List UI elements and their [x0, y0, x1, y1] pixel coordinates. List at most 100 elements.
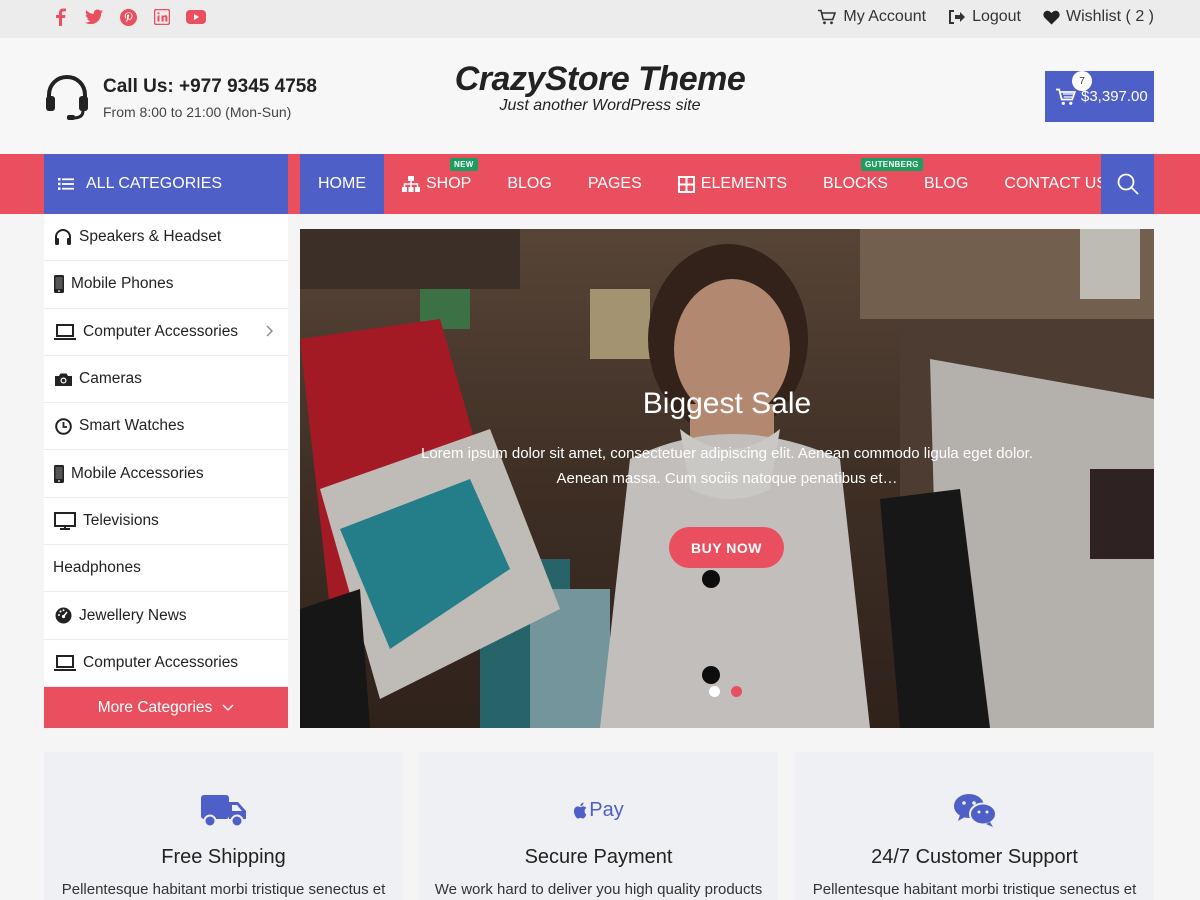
search-button[interactable] [1101, 154, 1154, 214]
my-account-label: My Account [843, 8, 927, 25]
feature-title: 24/7 Customer Support [871, 846, 1078, 868]
wishlist-link[interactable]: Wishlist ( 2 ) [1043, 7, 1154, 27]
hero-caption: Biggest Sale Lorem ipsum dolor sit amet,… [300, 387, 1154, 491]
feature-description: We work hard to deliver you high quality… [434, 881, 763, 898]
call-us-text: Call Us: +977 9345 4758 [103, 76, 317, 97]
apple-pay-icon: Pay [419, 790, 778, 830]
category-item[interactable]: Smart Watches [44, 403, 288, 451]
feature-description: Pellentesque habitant morbi tristique se… [61, 881, 386, 898]
category-label: Jewellery News [79, 606, 187, 624]
laptop-icon [53, 322, 77, 342]
mobile-icon [53, 274, 65, 294]
category-item[interactable]: Mobile Accessories [44, 450, 288, 498]
cart-icon [817, 9, 837, 25]
cart-icon [1055, 88, 1077, 106]
apple-pay-label: Pay [589, 798, 624, 821]
headphones-icon [53, 227, 73, 247]
sitemap-icon [402, 176, 420, 192]
cart-total: $3,397.00 [1081, 88, 1148, 105]
truck-icon [44, 790, 403, 830]
hero-slider: Biggest Sale Lorem ipsum dolor sit amet,… [300, 229, 1154, 728]
feature-title: Secure Payment [524, 846, 673, 868]
nav-blog-label: BLOG [507, 175, 552, 192]
top-bar: My Account Logout Wishlist ( 2 ) [0, 0, 1200, 38]
more-categories-button[interactable]: More Categories [44, 687, 288, 728]
call-hours-text: From 8:00 to 21:00 (Mon-Sun) [103, 104, 292, 120]
laptop-icon [53, 653, 77, 673]
feature-card: Free Shipping Pellentesque habitant morb… [44, 752, 403, 900]
nav-blog-2[interactable]: BLOG [906, 154, 986, 214]
nav-elements-label: ELEMENTS [700, 175, 788, 192]
all-categories-label: ALL CATEGORIES [86, 175, 223, 192]
nav-pages-label: PAGES [587, 175, 642, 192]
nav-shop[interactable]: SHOP NEW [384, 154, 489, 214]
facebook-icon[interactable] [50, 7, 70, 27]
social-links [50, 7, 206, 27]
wishlist-label: Wishlist ( 2 ) [1066, 8, 1154, 25]
feature-card: Pay Secure Payment We work hard to deliv… [419, 752, 778, 900]
chevron-down-icon [222, 704, 234, 712]
category-label: Mobile Phones [71, 275, 174, 293]
category-item[interactable]: Computer Accessories [44, 640, 288, 687]
gauge-icon [53, 606, 73, 626]
logout-label: Logout [972, 8, 1021, 25]
headset-icon [43, 73, 91, 121]
hero-description: Lorem ipsum dolor sit amet, consectetuer… [420, 445, 1033, 487]
site-title[interactable]: CrazyStore Theme [400, 60, 800, 99]
category-item[interactable]: Computer Accessories [44, 309, 288, 356]
nav-blocks[interactable]: BLOCKS GUTENBERG [805, 154, 923, 214]
nav-blocks-label: BLOCKS [823, 175, 888, 192]
site-branding: CrazyStore Theme Just another WordPress … [400, 60, 800, 115]
cart-count-badge: 7 [1072, 71, 1092, 91]
category-label: Mobile Accessories [71, 464, 204, 482]
nav-pages[interactable]: PAGES [570, 154, 660, 214]
grid-icon [677, 175, 695, 193]
all-categories-button[interactable]: ALL CATEGORIES [44, 154, 288, 214]
my-account-link[interactable]: My Account [817, 7, 926, 27]
nav-shop-label: SHOP [426, 175, 472, 192]
buy-now-button[interactable]: BUY NOW [669, 527, 784, 568]
site-tagline: Just another WordPress site [499, 97, 701, 114]
nav-blog[interactable]: BLOG [489, 154, 569, 214]
category-label: Computer Accessories [83, 322, 239, 340]
category-item[interactable]: Cameras [44, 356, 288, 404]
cart-button[interactable]: 7 $3,397.00 [1045, 71, 1154, 122]
list-icon [58, 178, 74, 190]
category-item[interactable]: Jewellery News [44, 592, 288, 640]
chevron-right-icon[interactable] [266, 325, 274, 337]
slider-dot[interactable] [731, 686, 742, 697]
clock-icon [53, 416, 73, 436]
new-badge: NEW [450, 158, 478, 171]
category-item[interactable]: Speakers & Headset [44, 214, 288, 262]
pinterest-icon[interactable] [118, 7, 138, 27]
nav-elements[interactable]: ELEMENTS [660, 154, 805, 214]
linkedin-icon[interactable] [152, 7, 172, 27]
sign-out-icon [948, 9, 966, 25]
youtube-icon[interactable] [186, 7, 206, 27]
twitter-icon[interactable] [84, 7, 104, 27]
hero-title: Biggest Sale [642, 387, 812, 420]
category-label: Headphones [53, 559, 141, 577]
slider-dot[interactable] [709, 686, 720, 697]
feature-title: Free Shipping [161, 846, 286, 868]
wechat-icon [795, 790, 1154, 830]
site-header: Call Us: +977 9345 4758 From 8:00 to 21:… [0, 38, 1200, 154]
main-navigation: ALL CATEGORIES HOME SHOP NEW BLOG PAGES … [0, 154, 1200, 214]
feature-card: 24/7 Customer Support Pellentesque habit… [795, 752, 1154, 900]
heart-icon [1043, 10, 1060, 25]
category-item[interactable]: Televisions [44, 498, 288, 546]
nav-home[interactable]: HOME [300, 154, 384, 214]
more-categories-label: More Categories [97, 698, 213, 716]
category-item[interactable]: Headphones [44, 545, 288, 593]
nav-blog-2-label: BLOG [923, 175, 969, 192]
primary-menu: HOME SHOP NEW BLOG PAGES ELEMENTS BLOCKS… [300, 154, 1125, 214]
search-icon [1117, 173, 1139, 195]
camera-icon [53, 369, 73, 389]
category-label: Computer Accessories [83, 653, 239, 671]
feature-description: Pellentesque habitant morbi tristique se… [812, 881, 1137, 898]
category-label: Smart Watches [79, 417, 185, 435]
category-sidebar: Speakers & Headset Mobile Phones Compute… [44, 214, 288, 728]
category-item[interactable]: Mobile Phones [44, 261, 288, 309]
tv-icon [53, 511, 77, 531]
logout-link[interactable]: Logout [948, 7, 1021, 27]
